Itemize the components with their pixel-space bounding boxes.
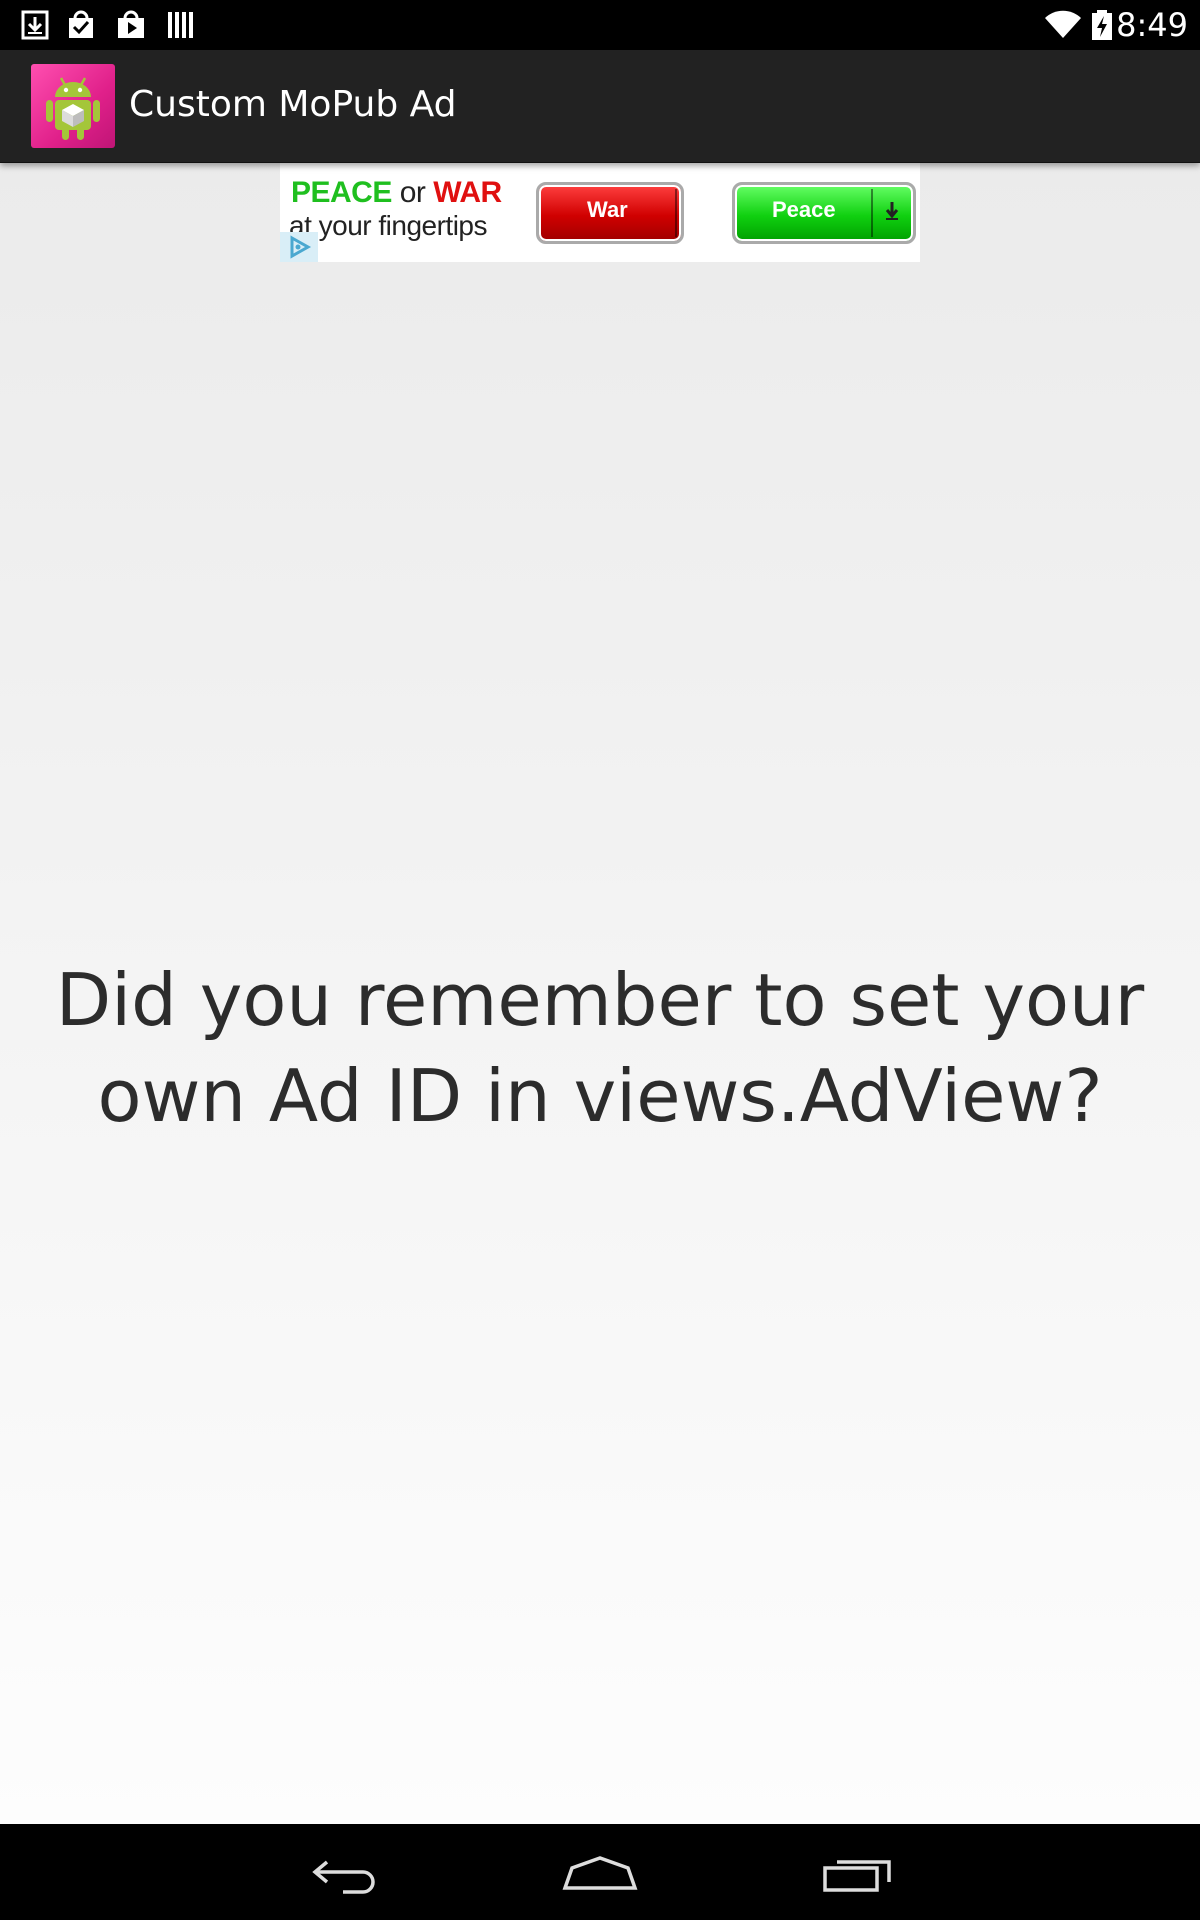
play-store-icon bbox=[118, 10, 144, 38]
action-bar: Custom MoPub Ad bbox=[0, 50, 1200, 163]
ad-war-button-divider bbox=[675, 189, 677, 237]
ad-peace-button-label: Peace bbox=[772, 197, 836, 222]
ad-peace-button-divider bbox=[871, 189, 873, 237]
ad-headline-peace: PEACE bbox=[291, 176, 392, 209]
home-icon[interactable] bbox=[560, 1846, 640, 1898]
download-icon bbox=[21, 10, 49, 40]
battery-charging-icon bbox=[1092, 10, 1112, 40]
ad-choices-triangle-icon bbox=[290, 235, 312, 259]
ad-headline-or: or bbox=[399, 176, 426, 209]
navigation-bar bbox=[0, 1824, 1200, 1920]
app-title: Custom MoPub Ad bbox=[129, 84, 457, 125]
download-arrow-icon bbox=[885, 202, 899, 220]
ad-headline-war: WAR bbox=[433, 176, 502, 209]
screen: 8:49 Custom MoPub Ad PEACE or WAR at you… bbox=[0, 0, 1200, 1920]
barcode-icon bbox=[168, 12, 193, 38]
task-done-icon bbox=[69, 10, 93, 38]
back-icon[interactable] bbox=[303, 1846, 383, 1898]
status-time: 8:49 bbox=[1116, 6, 1188, 44]
content-area: PEACE or WAR at your fingertips War Peac… bbox=[0, 162, 1200, 1824]
recent-apps-icon[interactable] bbox=[817, 1846, 897, 1898]
wifi-icon bbox=[1045, 10, 1081, 39]
ad-war-button[interactable]: War bbox=[536, 182, 684, 244]
ad-choices-icon[interactable] bbox=[280, 232, 318, 262]
ad-id-reminder-message: Did you remember to set your own Ad ID i… bbox=[55, 958, 1145, 1138]
ad-peace-button[interactable]: Peace bbox=[732, 182, 916, 244]
ad-tagline: at your fingertips bbox=[289, 210, 488, 241]
ad-war-button-label: War bbox=[587, 197, 628, 222]
android-app-icon[interactable] bbox=[31, 64, 115, 148]
android-robot-icon bbox=[46, 77, 100, 140]
status-bar: 8:49 bbox=[0, 0, 1200, 50]
ad-banner[interactable]: PEACE or WAR at your fingertips War Peac… bbox=[280, 162, 920, 262]
ad-headline: PEACE or WAR bbox=[291, 178, 502, 208]
